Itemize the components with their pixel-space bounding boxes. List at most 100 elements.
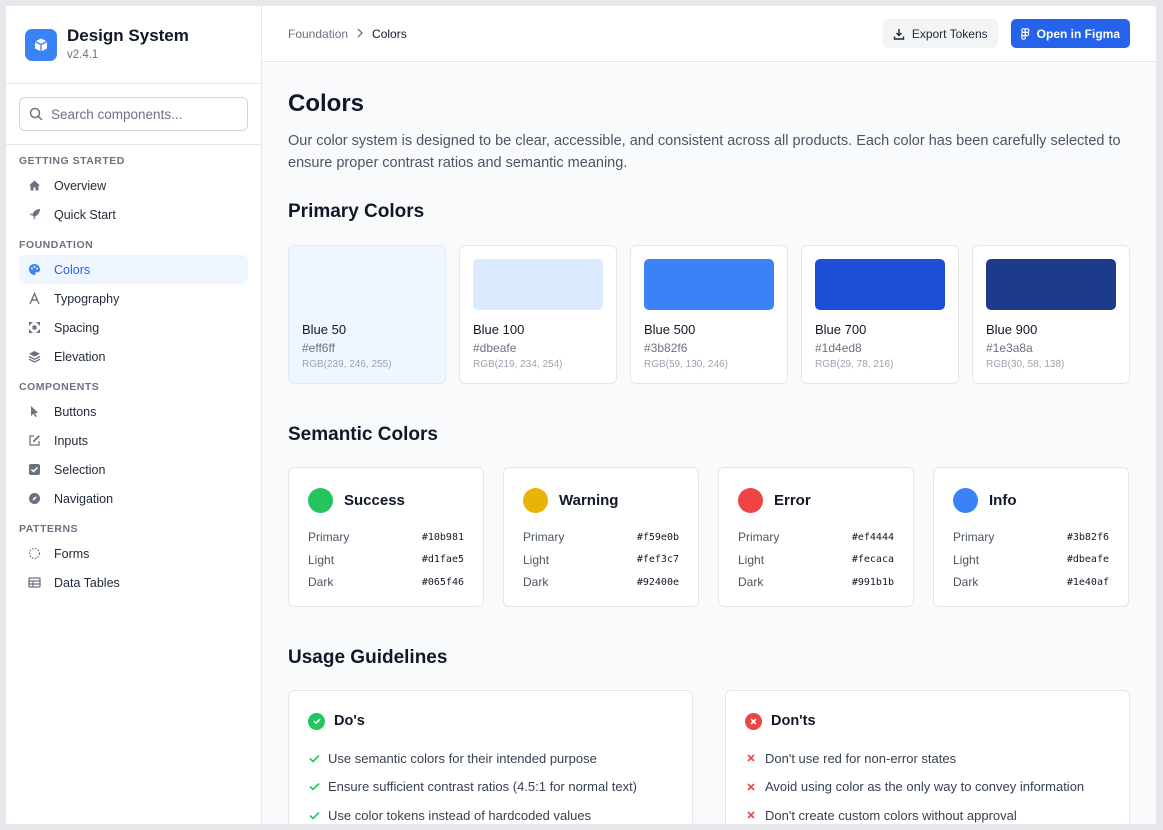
- swatch-hex: #dbeafe: [473, 341, 517, 355]
- edit-icon: [28, 434, 41, 447]
- semantic-row-dark: Dark #991b1b: [738, 575, 894, 590]
- swatch-rgb: RGB(239, 246, 255): [302, 359, 392, 370]
- dont-item: Don't create custom colors without appro…: [745, 801, 1110, 824]
- color-swatch-blue-500[interactable]: Blue 500 #3b82f6 RGB(59, 130, 246): [630, 245, 788, 384]
- semantic-name: Warning: [559, 491, 619, 509]
- hex-value: #1e40af: [1066, 576, 1109, 588]
- main-content: Foundation Colors Export Tokens Open in …: [262, 6, 1156, 824]
- figma-icon: [1020, 27, 1030, 40]
- sidebar-item-buttons[interactable]: Buttons: [19, 397, 248, 426]
- sidebar-item-overview[interactable]: Overview: [19, 171, 248, 200]
- semantic-card-success: Success Primary #10b981 Light #d1fae5 Dark…: [288, 467, 484, 607]
- breadcrumb: Foundation Colors: [288, 27, 407, 41]
- swatch-name: Blue 700: [815, 322, 867, 337]
- semantic-row-dark: Dark #92400e: [523, 575, 679, 590]
- chevron-right-icon: [356, 27, 364, 41]
- top-actions: Export Tokens Open in Figma: [882, 19, 1130, 48]
- sidebar-item-forms[interactable]: Forms: [19, 539, 248, 568]
- do-item: Use color tokens instead of hardcoded va…: [308, 801, 673, 824]
- open-in-figma-label: Open in Figma: [1036, 26, 1120, 41]
- check-circle-icon: [308, 712, 325, 730]
- color-swatch-blue-900[interactable]: Blue 900 #1e3a8a RGB(30, 58, 138): [972, 245, 1130, 384]
- breadcrumb-foundation[interactable]: Foundation: [288, 27, 348, 41]
- swatch-rgb: RGB(29, 78, 216): [815, 359, 894, 370]
- cursor-pointer-icon: [28, 405, 41, 418]
- spinner-icon: [28, 547, 41, 560]
- search-container: [6, 84, 261, 145]
- primary-swatches: Blue 50 #eff6ff RGB(239, 246, 255) Blue …: [288, 245, 1130, 384]
- swatch-hex: #3b82f6: [644, 341, 688, 355]
- dos-title: Do's: [334, 713, 365, 729]
- sidebar-item-data-tables[interactable]: Data Tables: [19, 568, 248, 597]
- donts-card: Don'ts Don't use red for non-error state…: [725, 690, 1130, 824]
- primary-colors-heading: Primary Colors: [288, 201, 425, 222]
- swatch-chip: [473, 259, 603, 310]
- sidebar-item-spacing[interactable]: Spacing: [19, 313, 248, 342]
- brand-header: Design System v2.4.1: [6, 6, 261, 84]
- sidebar-item-label: Colors: [54, 262, 91, 277]
- hex-value: #dbeafe: [1066, 554, 1109, 566]
- semantic-colors-heading: Semantic Colors: [288, 424, 438, 445]
- guidelines: Do's Use semantic colors for their inten…: [288, 690, 1130, 824]
- sidebar-nav: Getting Started Overview Quick Start Fou…: [6, 145, 261, 597]
- search-box: [19, 97, 248, 131]
- hex-value: #065f46: [421, 576, 464, 588]
- warning-dot: [523, 487, 548, 513]
- export-tokens-button[interactable]: Export Tokens: [882, 19, 998, 48]
- swatch-name: Blue 50: [302, 322, 347, 337]
- sidebar-item-selection[interactable]: Selection: [19, 455, 248, 484]
- x-circle-icon: [745, 712, 762, 730]
- sidebar-item-navigation[interactable]: Navigation: [19, 484, 248, 513]
- sidebar-item-label: Typography: [54, 291, 120, 306]
- swatch-hex: #1d4ed8: [815, 341, 862, 355]
- brand-version: v2.4.1: [67, 49, 99, 61]
- sidebar-item-colors[interactable]: Colors: [19, 255, 248, 284]
- hex-value: #d1fae5: [421, 554, 464, 566]
- swatch-chip: [302, 259, 432, 310]
- nav-section-foundation: Foundation: [19, 239, 94, 251]
- sidebar-item-label: Forms: [54, 546, 90, 561]
- info-dot: [953, 487, 978, 513]
- page-description: Our color system is designed to be clear…: [288, 133, 1121, 171]
- sidebar-item-label: Elevation: [54, 349, 106, 364]
- dos-card: Do's Use semantic colors for their inten…: [288, 690, 693, 824]
- sidebar-item-inputs[interactable]: Inputs: [19, 426, 248, 455]
- rocket-icon: [28, 208, 41, 221]
- swatch-name: Blue 500: [644, 322, 696, 337]
- check-icon: [308, 782, 320, 791]
- semantic-row-light: Light #dbeafe: [953, 552, 1109, 567]
- sidebar-item-elevation[interactable]: Elevation: [19, 342, 248, 371]
- hex-value: #f59e0b: [636, 531, 679, 543]
- sidebar-item-label: Selection: [54, 462, 106, 477]
- sidebar-item-label: Spacing: [54, 320, 100, 335]
- hex-value: #10b981: [421, 531, 464, 543]
- hex-value: #fef3c7: [636, 554, 679, 566]
- color-swatch-blue-100[interactable]: Blue 100 #dbeafe RGB(219, 234, 254): [459, 245, 617, 384]
- nav-section-patterns: Patterns: [19, 523, 79, 535]
- layers-icon: [28, 350, 41, 363]
- error-dot: [738, 487, 763, 513]
- search-icon: [29, 107, 43, 121]
- sidebar-item-label: Buttons: [54, 404, 97, 419]
- sidebar-item-label: Navigation: [54, 491, 114, 506]
- hex-value: #fecaca: [851, 554, 894, 566]
- search-input[interactable]: [51, 106, 231, 122]
- sidebar-item-typography[interactable]: Typography: [19, 284, 248, 313]
- hex-value: #ef4444: [851, 531, 894, 543]
- semantic-cards: Success Primary #10b981 Light #d1fae5 Dark…: [288, 467, 1130, 607]
- semantic-row-primary: Primary #3b82f6: [953, 530, 1109, 545]
- swatch-chip: [986, 259, 1116, 310]
- semantic-row-primary: Primary #f59e0b: [523, 530, 679, 545]
- color-swatch-blue-50[interactable]: Blue 50 #eff6ff RGB(239, 246, 255): [288, 245, 446, 384]
- dont-item: Don't use red for non-error states: [745, 744, 1110, 773]
- sidebar-item-quick-start[interactable]: Quick Start: [19, 200, 248, 229]
- checkbox-icon: [28, 463, 41, 476]
- swatch-hex: #1e3a8a: [986, 341, 1033, 355]
- sidebar-item-label: Quick Start: [54, 207, 116, 222]
- open-in-figma-button[interactable]: Open in Figma: [1010, 19, 1130, 48]
- nav-section-components: Components: [19, 381, 100, 393]
- swatch-rgb: RGB(59, 130, 246): [644, 359, 728, 370]
- cube-logo-icon: [25, 28, 57, 61]
- success-dot: [308, 487, 333, 513]
- color-swatch-blue-700[interactable]: Blue 700 #1d4ed8 RGB(29, 78, 216): [801, 245, 959, 384]
